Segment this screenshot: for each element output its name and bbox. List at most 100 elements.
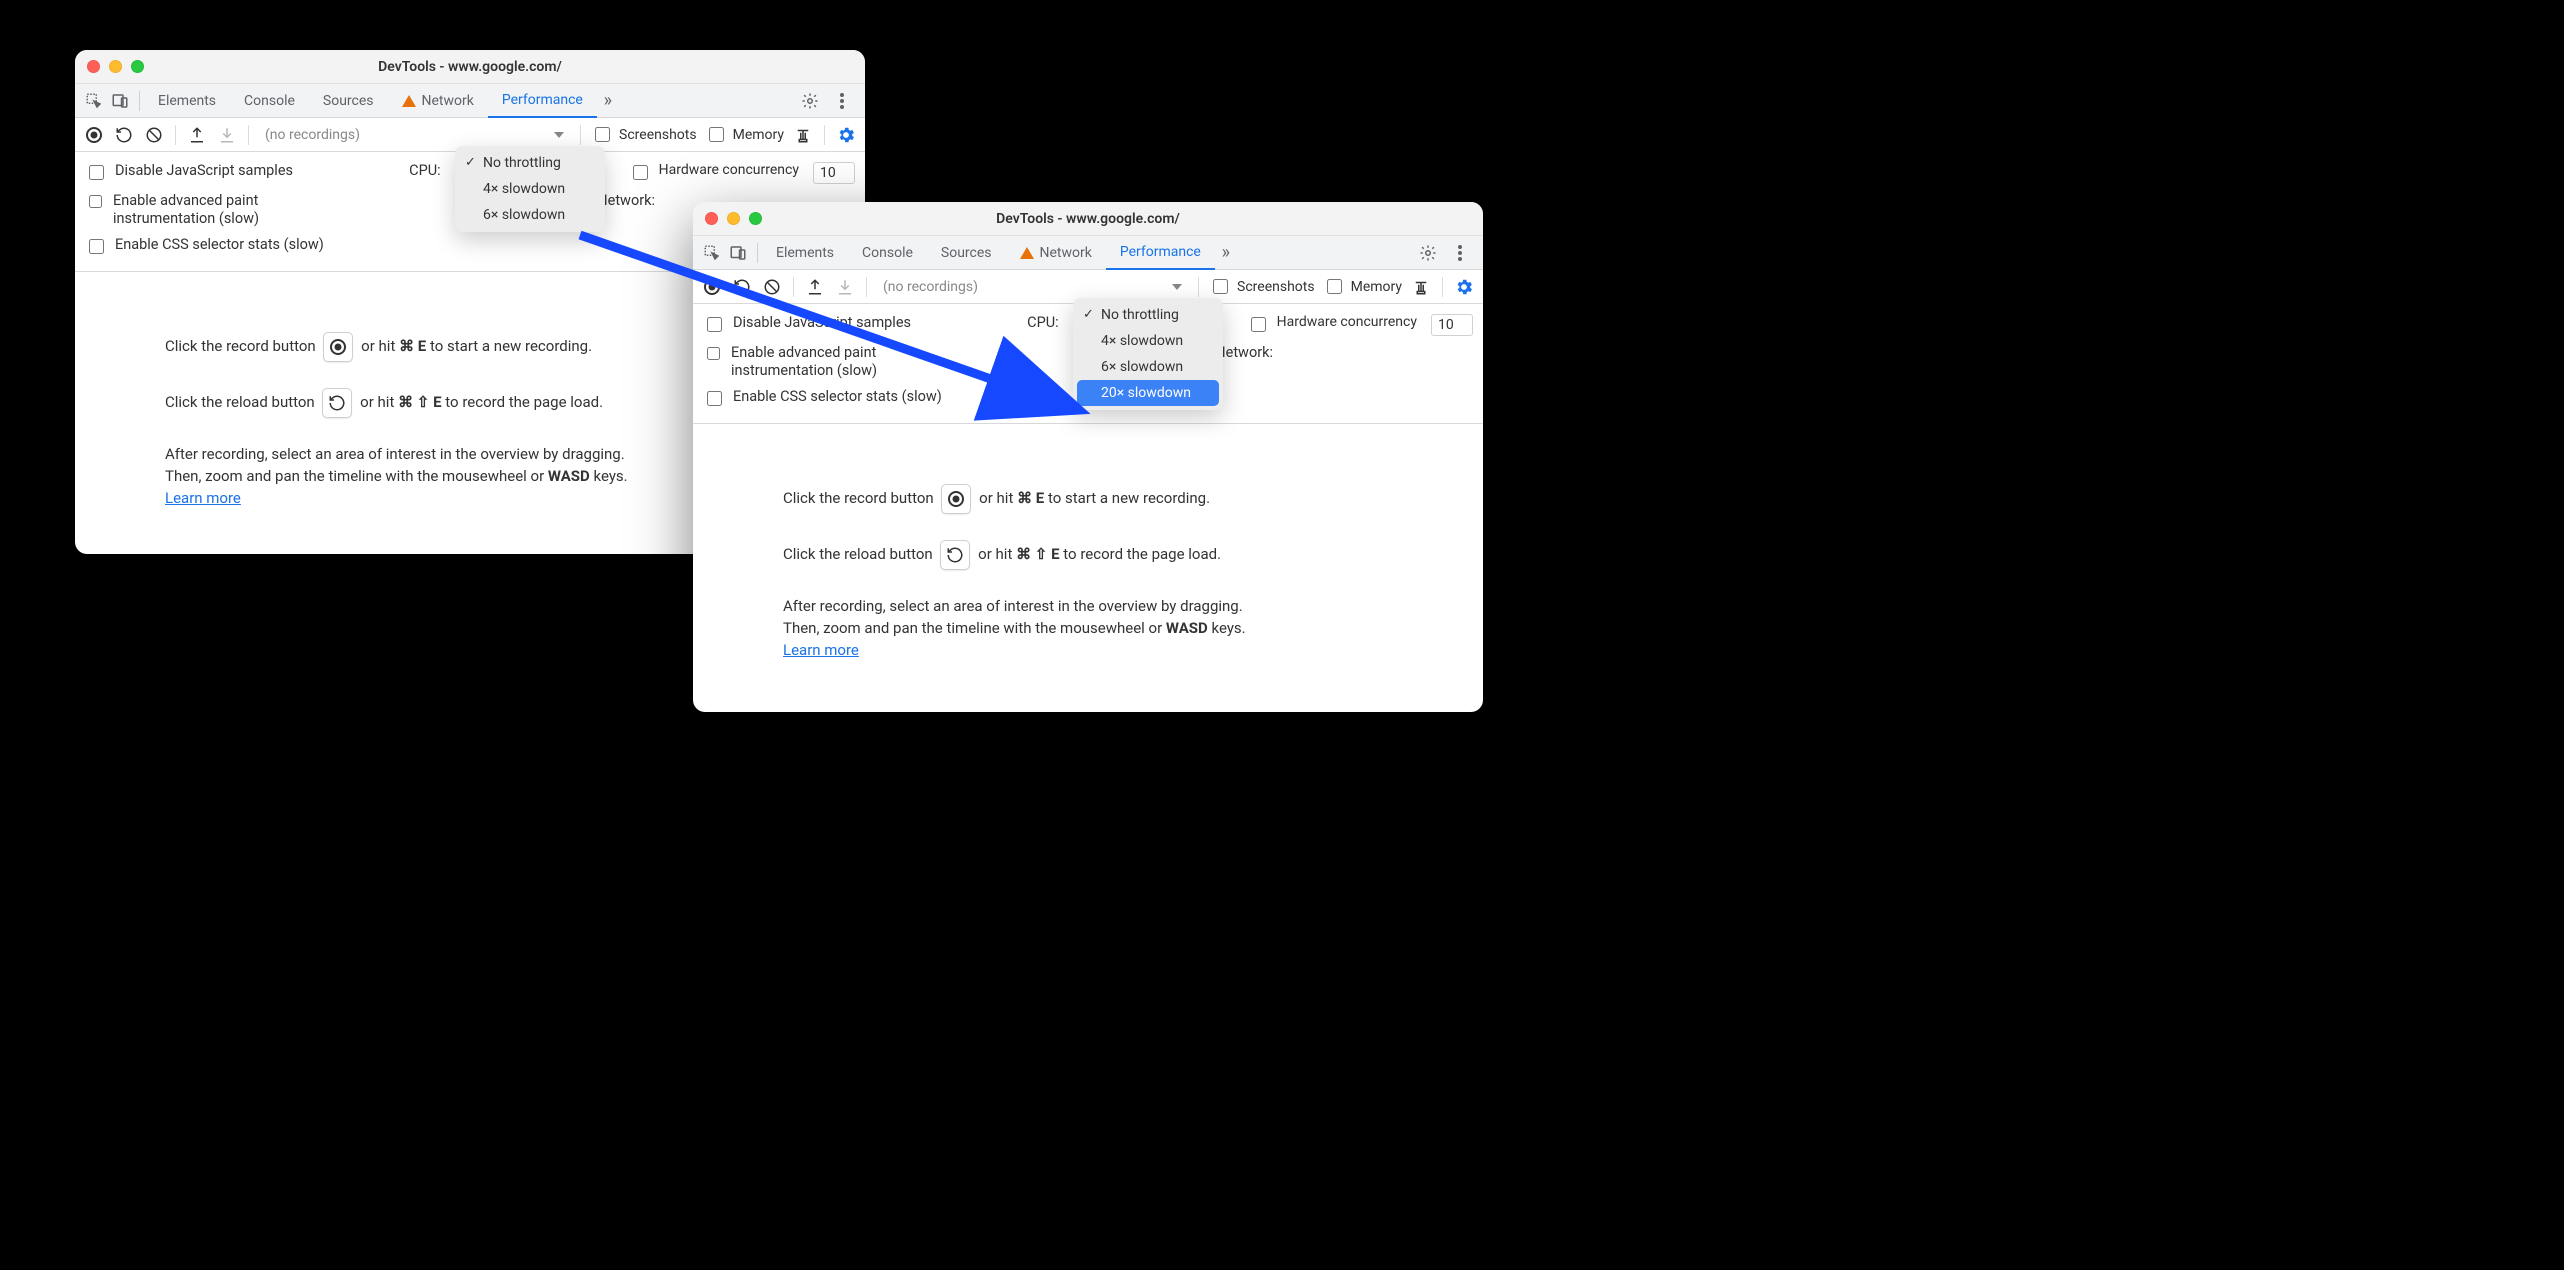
more-tabs-icon[interactable]: » [597,90,619,112]
hw-concurrency-value[interactable]: 10 [813,162,855,184]
screenshots-label: Screenshots [1237,279,1315,295]
hardware-concurrency-checkbox[interactable]: Hardware concurrency [1247,314,1417,335]
window-title: DevTools - www.google.com/ [75,59,865,75]
disable-js-samples-input[interactable] [89,165,104,180]
record-button-inline-icon[interactable] [941,484,971,514]
settings-gear-icon[interactable] [1417,242,1439,264]
device-toolbar-icon[interactable] [727,242,749,264]
memory-label: Memory [1351,279,1402,295]
recordings-dropdown[interactable]: (no recordings) [259,127,570,143]
css-selector-stats-checkbox[interactable]: Enable CSS selector stats (slow) [85,236,324,257]
advanced-paint-input[interactable] [707,346,720,361]
tab-bar: Elements Console Sources Network Perform… [75,84,865,118]
css-selector-stats-checkbox[interactable]: Enable CSS selector stats (slow) [703,388,942,409]
kebab-menu-icon[interactable] [1449,242,1471,264]
reload-button-icon[interactable] [731,276,753,298]
hw-concurrency-input[interactable] [633,165,648,180]
help-text: or hit [361,337,399,355]
recordings-placeholder: (no recordings) [883,279,978,295]
help-text: to record the page load. [445,393,603,411]
upload-icon[interactable] [804,276,826,298]
kebab-menu-icon[interactable] [831,90,853,112]
settings-gear-icon[interactable] [799,90,821,112]
memory-checkbox[interactable]: Memory [1323,276,1402,297]
record-button-icon[interactable] [83,124,105,146]
tab-network[interactable]: Network [1006,236,1106,270]
css-selector-stats-input[interactable] [89,239,104,254]
disable-js-samples-checkbox[interactable]: Disable JavaScript samples [85,162,293,183]
advanced-paint-checkbox[interactable]: Enable advanced paint instrumentation (s… [703,344,973,380]
cpu-option-4x[interactable]: 4× slowdown [1073,328,1223,354]
hw-concurrency-value[interactable]: 10 [1431,314,1473,336]
titlebar: DevTools - www.google.com/ [75,50,865,84]
cpu-option-no-throttling[interactable]: No throttling [1073,302,1223,328]
cpu-option-20x[interactable]: 20× slowdown [1077,380,1219,406]
divider [139,91,140,111]
help-text: Click the reload button [165,393,318,411]
capture-settings-gear-icon[interactable] [1453,276,1475,298]
hw-concurrency-input[interactable] [1251,317,1266,332]
tab-elements[interactable]: Elements [762,236,848,270]
tab-performance[interactable]: Performance [488,84,597,118]
tab-elements[interactable]: Elements [144,84,230,118]
tab-performance[interactable]: Performance [1106,236,1215,270]
reload-help-line: Click the reload button or hit ⌘ ⇧ E to … [783,540,1459,570]
reload-button-icon[interactable] [113,124,135,146]
learn-more-link[interactable]: Learn more [165,489,241,507]
cpu-throttling-dropdown[interactable]: No throttling 4× slowdown 6× slowdown 20… [1073,298,1223,410]
advanced-paint-label: Enable advanced paint instrumentation (s… [113,192,355,228]
advanced-paint-input[interactable] [89,194,102,209]
record-button-icon[interactable] [701,276,723,298]
reload-button-inline-icon[interactable] [322,388,352,418]
tab-network[interactable]: Network [388,84,488,118]
disable-js-samples-checkbox[interactable]: Disable JavaScript samples [703,314,911,335]
help-text: or hit [979,489,1017,507]
garbage-collect-icon[interactable] [1410,276,1432,298]
download-icon[interactable] [834,276,856,298]
more-tabs-icon[interactable]: » [1215,242,1237,264]
cpu-option-6x[interactable]: 6× slowdown [455,202,605,228]
tab-sources[interactable]: Sources [309,84,388,118]
garbage-collect-icon[interactable] [792,124,814,146]
clear-icon[interactable] [143,124,165,146]
download-icon[interactable] [216,124,238,146]
screenshots-checkbox[interactable]: Screenshots [1209,276,1315,297]
screenshots-checkbox-input[interactable] [595,127,610,142]
tab-sources[interactable]: Sources [927,236,1006,270]
upload-icon[interactable] [186,124,208,146]
screenshots-checkbox-input[interactable] [1213,279,1228,294]
device-toolbar-icon[interactable] [109,90,131,112]
memory-checkbox[interactable]: Memory [705,124,784,145]
inspect-element-icon[interactable] [83,90,105,112]
warning-icon [402,95,416,107]
cpu-throttling-dropdown[interactable]: No throttling 4× slowdown 6× slowdown [455,146,605,232]
help-text: to start a new recording. [430,337,592,355]
learn-more-link[interactable]: Learn more [783,641,859,659]
shortcut-record: ⌘ E [399,337,426,355]
cpu-option-6x[interactable]: 6× slowdown [1073,354,1223,380]
recordings-dropdown[interactable]: (no recordings) [877,279,1188,295]
chevron-down-icon [554,132,564,138]
tab-console[interactable]: Console [230,84,309,118]
cpu-option-4x[interactable]: 4× slowdown [455,176,605,202]
css-selector-stats-input[interactable] [707,391,722,406]
tab-network-label: Network [1040,245,1092,261]
memory-checkbox-input[interactable] [709,127,724,142]
capture-settings-gear-icon[interactable] [835,124,857,146]
disable-js-label: Disable JavaScript samples [115,162,293,180]
disable-js-label: Disable JavaScript samples [733,314,911,332]
disable-js-samples-input[interactable] [707,317,722,332]
cpu-option-no-throttling[interactable]: No throttling [455,150,605,176]
screenshots-checkbox[interactable]: Screenshots [591,124,697,145]
inspect-element-icon[interactable] [701,242,723,264]
help-text: to start a new recording. [1048,489,1210,507]
help-text: Click the record button [783,489,937,507]
record-button-inline-icon[interactable] [323,332,353,362]
memory-checkbox-input[interactable] [1327,279,1342,294]
css-selector-stats-label: Enable CSS selector stats (slow) [733,388,942,406]
reload-button-inline-icon[interactable] [940,540,970,570]
tab-console[interactable]: Console [848,236,927,270]
hardware-concurrency-checkbox[interactable]: Hardware concurrency [629,162,799,183]
clear-icon[interactable] [761,276,783,298]
advanced-paint-checkbox[interactable]: Enable advanced paint instrumentation (s… [85,192,355,228]
